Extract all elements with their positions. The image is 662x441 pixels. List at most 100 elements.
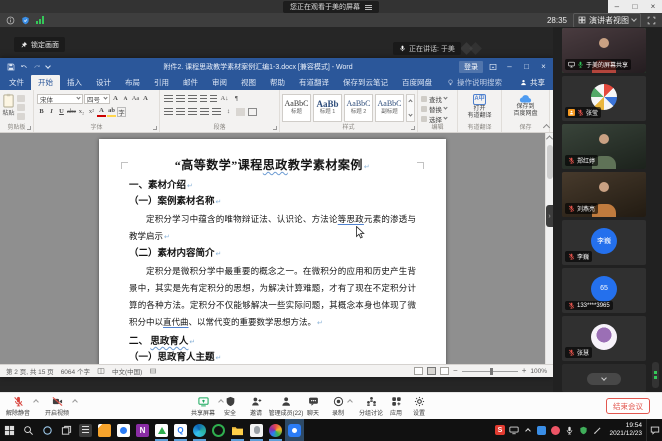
decrease-indent-icon[interactable] [200, 95, 207, 103]
font-color-button[interactable]: A [97, 107, 106, 117]
toolbar-breakout-button[interactable]: 分组讨论 [359, 396, 383, 418]
action-center-icon[interactable] [646, 419, 662, 441]
zoom-in-icon[interactable]: + [522, 368, 527, 374]
ribbon-tab-视图[interactable]: 视图 [234, 75, 263, 90]
toolbar-mic-muted-button[interactable]: 解除静音 [6, 396, 30, 417]
style-card[interactable]: AaBb标题 1 [313, 94, 342, 122]
style-card[interactable]: AaBbC标题 2 [344, 94, 373, 122]
taskbar-edge-icon[interactable] [190, 419, 209, 441]
watching-banner[interactable]: 您正在观看于美的屏幕 [283, 1, 379, 13]
ribbon-tab-引用[interactable]: 引用 [147, 75, 176, 90]
participant-tile-6[interactable]: 65133****3965 [562, 268, 646, 313]
italic-button[interactable]: I [47, 107, 56, 117]
superscript-button[interactable]: x² [87, 107, 96, 117]
vertical-scrollbar[interactable] [545, 133, 553, 364]
ribbon-tab-设计[interactable]: 设计 [89, 75, 118, 90]
align-left-icon[interactable] [164, 108, 173, 116]
insert-mode-icon[interactable] [149, 367, 157, 375]
redo-icon[interactable] [33, 63, 41, 71]
format-painter-icon[interactable] [17, 113, 25, 120]
ribbon-tab-插入[interactable]: 插入 [60, 75, 89, 90]
paste-button[interactable]: 粘贴 [2, 92, 15, 123]
language-indicator[interactable]: 中文(中国) [112, 366, 142, 376]
zoom-slider-thumb[interactable] [490, 368, 493, 375]
tray-shield-green-icon[interactable] [578, 425, 589, 436]
word-count[interactable]: 6064 个字 [61, 366, 90, 376]
tray-caret-up-icon[interactable] [522, 425, 533, 436]
dialog-launcher-icon[interactable] [27, 126, 31, 130]
ribbon-tab-开始[interactable]: 开始 [31, 75, 60, 90]
sort-icon[interactable]: A↓ [220, 94, 229, 104]
toolbar-record-button[interactable]: 录制 [332, 396, 344, 417]
bold-button[interactable]: B [37, 107, 46, 117]
ribbon-display-options-icon[interactable] [485, 63, 500, 71]
tray-mic-icon[interactable] [564, 425, 575, 436]
underline-button[interactable]: U [57, 107, 66, 117]
taskbar-sogou-input-icon[interactable] [247, 419, 266, 441]
read-mode-icon[interactable] [414, 367, 423, 375]
multilevel-list-icon[interactable] [188, 95, 197, 103]
align-center-icon[interactable] [176, 108, 185, 116]
end-meeting-button[interactable]: 结束会议 [606, 398, 650, 414]
align-right-icon[interactable] [188, 108, 197, 116]
participant-tile-3[interactable]: 郑红婷 [562, 124, 646, 169]
save-icon[interactable] [7, 63, 15, 71]
word-restore-button[interactable]: □ [519, 62, 534, 71]
taskbar-explorer-icon[interactable] [228, 419, 247, 441]
font-size-select[interactable]: 四号 [84, 94, 110, 104]
network-signal-icon[interactable] [36, 16, 44, 24]
collapse-videos-button[interactable] [587, 373, 621, 385]
taskbar-wps-icon[interactable] [95, 419, 114, 441]
participant-tile-4[interactable]: 刘燕亮 [562, 172, 646, 217]
web-layout-icon[interactable] [440, 367, 449, 375]
print-layout-icon[interactable] [427, 367, 436, 375]
toolbar-shield-button[interactable]: 安全 [224, 396, 236, 418]
participant-tile-7[interactable]: 张慧 [562, 316, 646, 361]
dialog-launcher-icon[interactable] [153, 126, 157, 130]
youdao-translate-button[interactable]: A中 打开 有道翻译 [460, 92, 499, 120]
taskbar-task-view-icon[interactable] [57, 419, 76, 441]
show-marks-icon[interactable]: ¶ [232, 94, 241, 104]
cut-icon[interactable] [17, 95, 25, 102]
security-shield-icon[interactable] [21, 16, 30, 25]
ribbon-tab-有道翻译[interactable]: 有道翻译 [292, 75, 336, 90]
ribbon-tab-邮件[interactable]: 邮件 [176, 75, 205, 90]
word-close-button[interactable]: × [536, 62, 551, 71]
shrink-font-button[interactable]: A [121, 94, 130, 104]
style-card[interactable]: AaBbC标题 [282, 94, 311, 122]
dialog-launcher-icon[interactable] [411, 126, 415, 130]
taskbar-circle-green-icon[interactable] [209, 419, 228, 441]
dialog-launcher-icon[interactable] [273, 126, 277, 130]
word-minimize-button[interactable]: – [502, 62, 517, 71]
editing-替换[interactable]: 替换 [421, 104, 454, 113]
tell-me-box[interactable]: 操作说明搜索 [439, 75, 510, 90]
undo-icon[interactable] [20, 63, 28, 71]
distribute-icon[interactable] [212, 108, 221, 116]
editing-选择[interactable]: 选择 [421, 114, 454, 123]
editing-查找[interactable]: 查找 [421, 94, 454, 103]
enclose-character-button[interactable]: 字 [117, 107, 126, 117]
taskbar-start-icon[interactable] [0, 419, 19, 441]
taskbar-clock[interactable]: 19:54 2021/12/23 [605, 422, 646, 438]
office-login-button[interactable]: 登录 [459, 61, 483, 73]
zoom-out-icon[interactable]: − [453, 368, 458, 374]
grow-font-button[interactable]: A [111, 94, 120, 104]
qat-dropdown-icon[interactable] [45, 63, 51, 69]
line-spacing-icon[interactable]: ↕ [224, 107, 233, 117]
subscript-button[interactable]: x₂ [77, 107, 86, 117]
view-mode-selector[interactable]: 演讲者视图 [573, 13, 641, 28]
shading-icon[interactable] [236, 108, 245, 116]
taskbar-meeting-icon[interactable] [285, 419, 304, 441]
toolbar-share-screen-button[interactable]: 共享屏幕 [191, 396, 215, 417]
justify-icon[interactable] [200, 108, 209, 116]
taskbar-onenote-icon[interactable]: N [133, 419, 152, 441]
taskbar-cortana-icon[interactable] [38, 419, 57, 441]
ribbon-tab-百度网盘[interactable]: 百度网盘 [395, 75, 439, 90]
taskbar-assistant-icon[interactable] [114, 419, 133, 441]
share-button[interactable]: 共享 [512, 75, 553, 90]
banner-menu-icon[interactable] [365, 5, 372, 10]
clear-format-button[interactable]: A [141, 94, 150, 104]
minimize-button[interactable]: – [615, 3, 619, 11]
taskbar-calculator-icon[interactable] [76, 419, 95, 441]
toolbar-invite-button[interactable]: 邀请 [250, 396, 262, 418]
